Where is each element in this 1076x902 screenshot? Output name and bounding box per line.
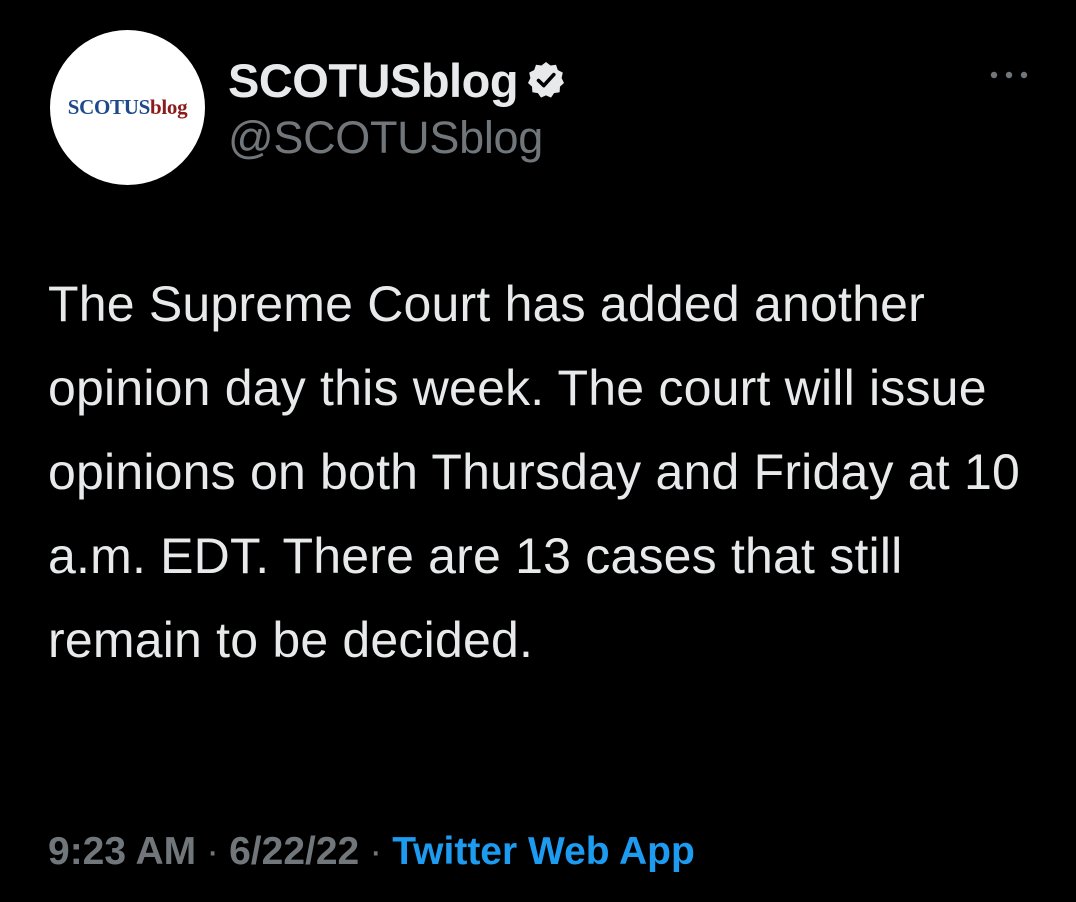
- logo-part-scotus: SCOTUS: [67, 95, 151, 119]
- logo-part-blog: blog: [149, 95, 188, 119]
- tweet-source-link[interactable]: Twitter Web App: [392, 830, 695, 874]
- verified-badge-icon: [526, 60, 566, 100]
- tweet-time[interactable]: 9:23 AM: [48, 830, 196, 874]
- tweet-text: The Supreme Court has added another opin…: [48, 276, 1020, 668]
- author-names: SCOTUSblog @SCOTUSblog: [228, 50, 566, 164]
- tweet-date[interactable]: 6/22/22: [229, 830, 359, 874]
- scotusblog-logo: SCOTUSblog: [68, 95, 188, 120]
- display-name[interactable]: SCOTUSblog: [228, 53, 519, 108]
- meta-separator: ·: [369, 830, 383, 873]
- tweet: SCOTUSblog SCOTUSblog @SCOTUSblog The Su…: [0, 0, 1076, 902]
- more-horizontal-icon[interactable]: [984, 60, 1034, 90]
- meta-separator: ·: [206, 830, 220, 873]
- tweet-meta: 9:23 AM · 6/22/22 · Twitter Web App: [48, 830, 695, 874]
- display-name-row: SCOTUSblog: [228, 50, 566, 110]
- handle[interactable]: @SCOTUSblog: [228, 112, 566, 164]
- avatar[interactable]: SCOTUSblog: [50, 30, 205, 185]
